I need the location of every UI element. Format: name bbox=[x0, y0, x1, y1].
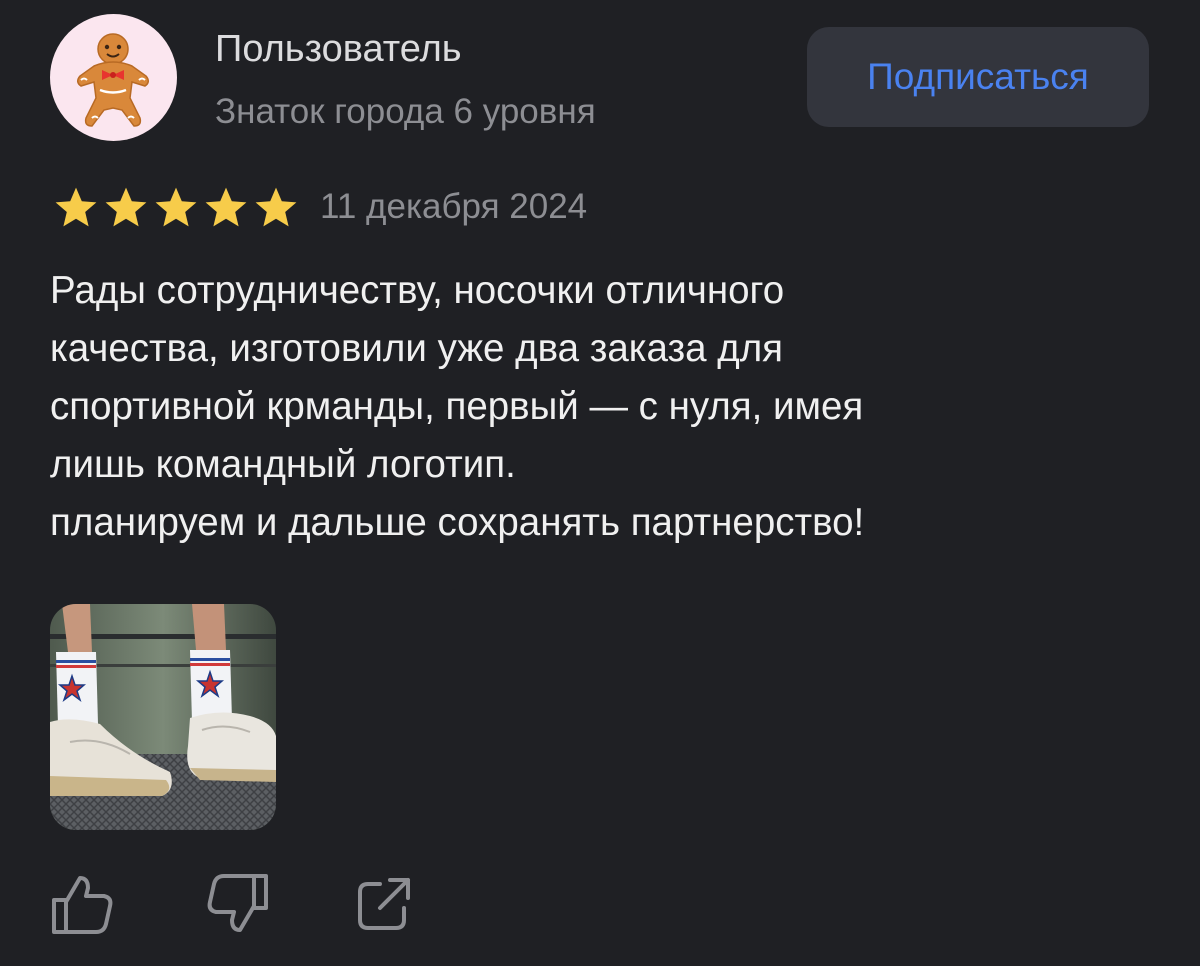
review-text-line: планируем и дальше сохранять партнерство… bbox=[50, 501, 865, 544]
review-text-line: спортивной крманды, первый — с нуля, име… bbox=[50, 385, 864, 428]
share-button[interactable] bbox=[354, 872, 420, 936]
review-text: Рады сотрудничеству, носочки отличного к… bbox=[50, 262, 1160, 552]
review-text-line: качества, изготовили уже два заказа для bbox=[50, 327, 784, 370]
user-level: Знаток города 6 уровня bbox=[215, 92, 596, 131]
star-icon bbox=[155, 187, 197, 227]
subscribe-button[interactable]: Подписаться bbox=[807, 27, 1149, 127]
user-avatar[interactable] bbox=[50, 14, 177, 141]
review-photo[interactable] bbox=[50, 604, 276, 830]
review-card: Пользователь Знаток города 6 уровня Подп… bbox=[0, 0, 1200, 966]
dislike-button[interactable] bbox=[204, 872, 270, 936]
star-icon bbox=[255, 187, 297, 227]
user-name[interactable]: Пользователь bbox=[215, 26, 462, 72]
thumbs-up-icon bbox=[52, 876, 113, 934]
review-date: 11 декабря 2024 bbox=[320, 187, 588, 226]
star-icon bbox=[55, 187, 97, 227]
gingerbread-man-icon bbox=[77, 33, 149, 127]
star-icon bbox=[205, 187, 247, 227]
thumbs-down-icon bbox=[207, 874, 268, 932]
share-icon bbox=[358, 878, 410, 930]
socks-with-star-logo-photo bbox=[50, 604, 276, 830]
like-button[interactable] bbox=[50, 872, 116, 936]
star-rating bbox=[52, 184, 302, 232]
review-text-line: Рады сотрудничеству, носочки отличного bbox=[50, 269, 785, 312]
review-text-line: лишь командный логотип. bbox=[50, 443, 516, 486]
star-icon bbox=[105, 187, 147, 227]
